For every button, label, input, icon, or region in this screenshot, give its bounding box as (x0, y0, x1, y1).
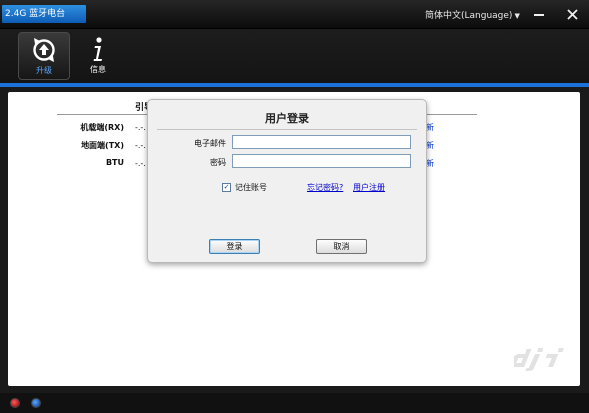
row-value-btu: -.-. (135, 159, 146, 168)
upgrade-icon (33, 38, 55, 62)
remember-label: 记住账号 (235, 183, 267, 192)
info-tab-label: 信息 (90, 65, 106, 74)
update-link-btu[interactable]: 新 (426, 158, 434, 169)
cancel-button[interactable]: 取消 (316, 239, 367, 254)
upgrade-tab-label: 升级 (36, 66, 52, 75)
password-field[interactable] (232, 154, 411, 168)
login-dialog: 用户登录 电子邮件 密码 ✓ 记住账号 忘记密码? 用户注册 登录 取消 (147, 99, 427, 263)
info-tab[interactable]: 信息 (72, 32, 124, 80)
email-label: 电子邮件 (194, 139, 226, 148)
status-bar (0, 393, 589, 413)
chevron-down-icon: ▼ (514, 12, 520, 20)
remember-checkbox[interactable]: ✓ (222, 183, 231, 192)
row-label-tx: 地面端(TX) (81, 141, 124, 150)
email-field[interactable] (232, 135, 411, 149)
register-link[interactable]: 用户注册 (353, 182, 385, 193)
row-label-btu: BTU (105, 158, 124, 167)
close-icon (566, 8, 578, 20)
row-value-tx: -.-. (135, 141, 146, 150)
dji-logo (514, 348, 564, 371)
minimize-icon (534, 14, 544, 16)
update-link-rx[interactable]: 新 (426, 122, 434, 133)
row-label-rx: 机载端(RX) (80, 123, 124, 132)
status-indicator-blue-icon (31, 398, 41, 408)
password-label: 密码 (210, 158, 226, 167)
close-button[interactable] (555, 0, 589, 28)
accent-divider (0, 83, 589, 87)
language-label: 简体中文(Language) (425, 11, 513, 21)
status-indicator-red-icon (10, 398, 20, 408)
title-bar: 2.4G 蓝牙电台 简体中文(Language) ▼ (0, 0, 589, 28)
login-button[interactable]: 登录 (209, 239, 260, 254)
row-value-rx: -.-. (135, 123, 146, 132)
upgrade-tab[interactable]: 升级 (18, 32, 70, 80)
info-icon (93, 37, 102, 61)
minimize-button[interactable] (522, 0, 556, 28)
dialog-title: 用户登录 (265, 112, 309, 125)
remember-account-option[interactable]: ✓ 记住账号 (222, 182, 267, 193)
update-link-tx[interactable]: 新 (426, 140, 434, 151)
main-toolbar: 升级 信息 (0, 28, 589, 83)
language-selector[interactable]: 简体中文(Language) ▼ (425, 8, 520, 21)
app-title: 2.4G 蓝牙电台 (2, 5, 86, 23)
forgot-password-link[interactable]: 忘记密码? (307, 182, 343, 193)
dialog-divider (157, 129, 417, 130)
